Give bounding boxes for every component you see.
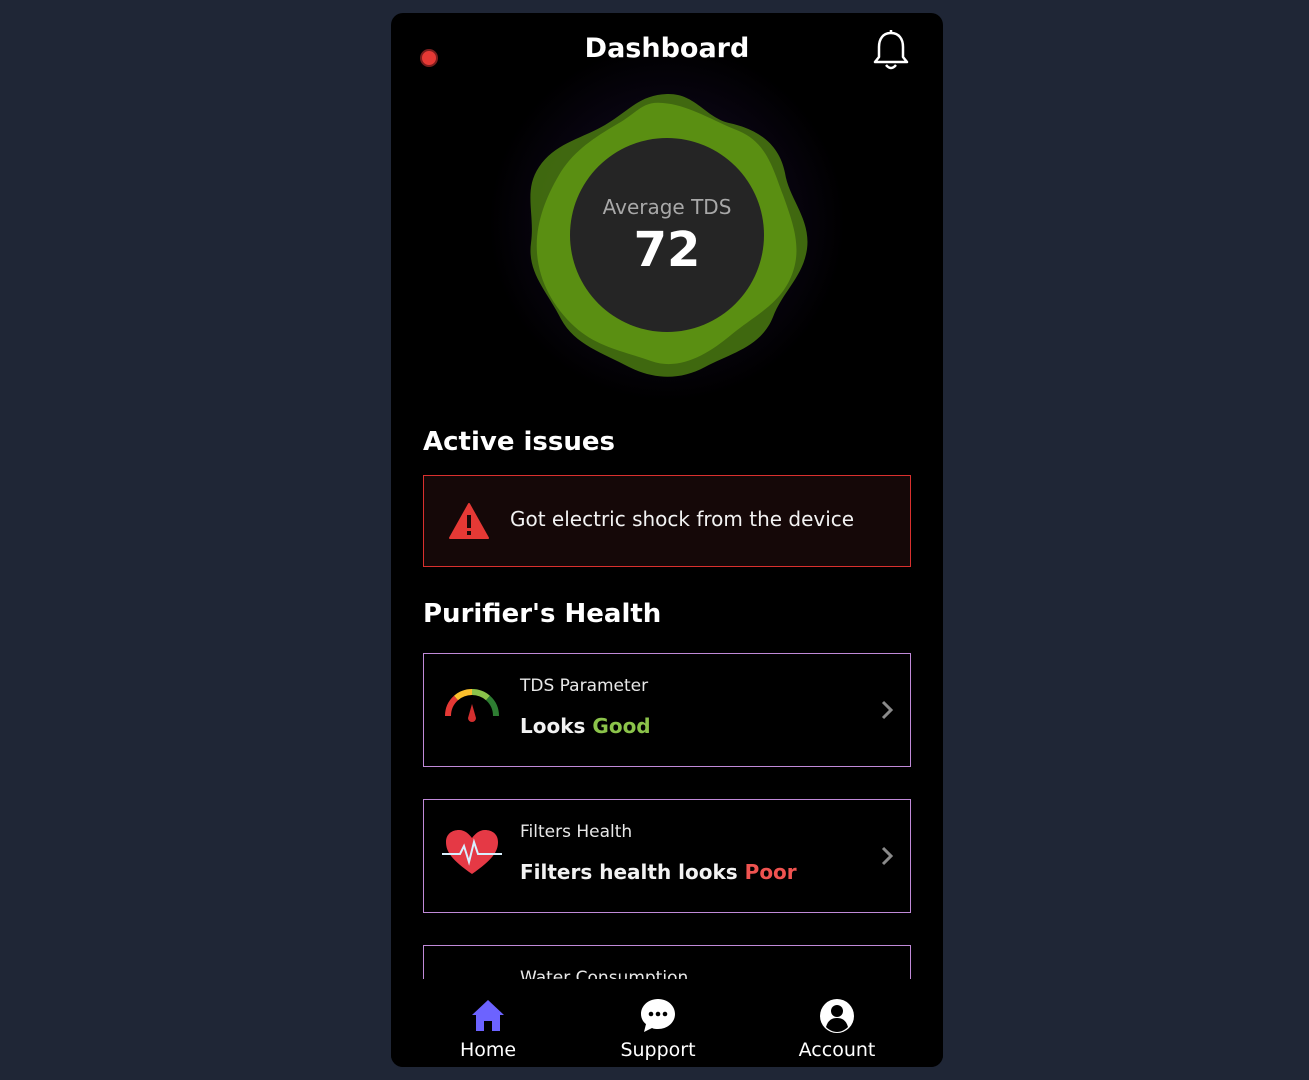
tds-parameter-card[interactable]: TDS Parameter Looks Good — [423, 653, 911, 767]
card-label: Filters Health — [520, 822, 633, 842]
nav-label: Account — [798, 1039, 876, 1061]
warning-icon — [449, 503, 489, 539]
phone-screen: Dashboard Average TDS 72 Active issues G… — [391, 13, 943, 1067]
purifier-health-heading: Purifier's Health — [423, 599, 662, 629]
filters-health-card[interactable]: Filters Health Filters health looks Poor — [423, 799, 911, 913]
page-title: Dashboard — [584, 33, 750, 64]
tds-label: Average TDS — [602, 195, 732, 219]
gauge-icon — [444, 688, 500, 722]
chevron-right-icon — [881, 846, 894, 866]
chevron-right-icon — [881, 700, 894, 720]
bottom-navigation: Home Support Account — [391, 979, 943, 1067]
nav-item-home[interactable]: Home — [428, 997, 548, 1061]
bell-icon[interactable] — [871, 29, 911, 73]
issue-card[interactable]: Got electric shock from the device — [423, 475, 911, 567]
card-label: TDS Parameter — [520, 676, 649, 696]
tds-value: 72 — [633, 222, 701, 278]
tds-gauge: Average TDS 72 — [570, 138, 764, 332]
chat-icon — [641, 999, 675, 1032]
active-issues-heading: Active issues — [423, 427, 615, 457]
nav-item-account[interactable]: Account — [777, 997, 897, 1061]
status-value-good: Good — [592, 714, 651, 738]
nav-label: Support — [620, 1039, 696, 1061]
home-icon — [472, 1000, 504, 1031]
nav-item-support[interactable]: Support — [598, 997, 718, 1061]
nav-label: Home — [459, 1039, 517, 1061]
issue-text: Got electric shock from the device — [510, 507, 855, 531]
card-status: Looks Good — [520, 714, 651, 738]
heart-pulse-icon — [442, 830, 502, 874]
account-icon — [820, 999, 854, 1033]
card-status: Filters health looks Poor — [520, 860, 797, 884]
status-value-poor: Poor — [744, 860, 797, 884]
